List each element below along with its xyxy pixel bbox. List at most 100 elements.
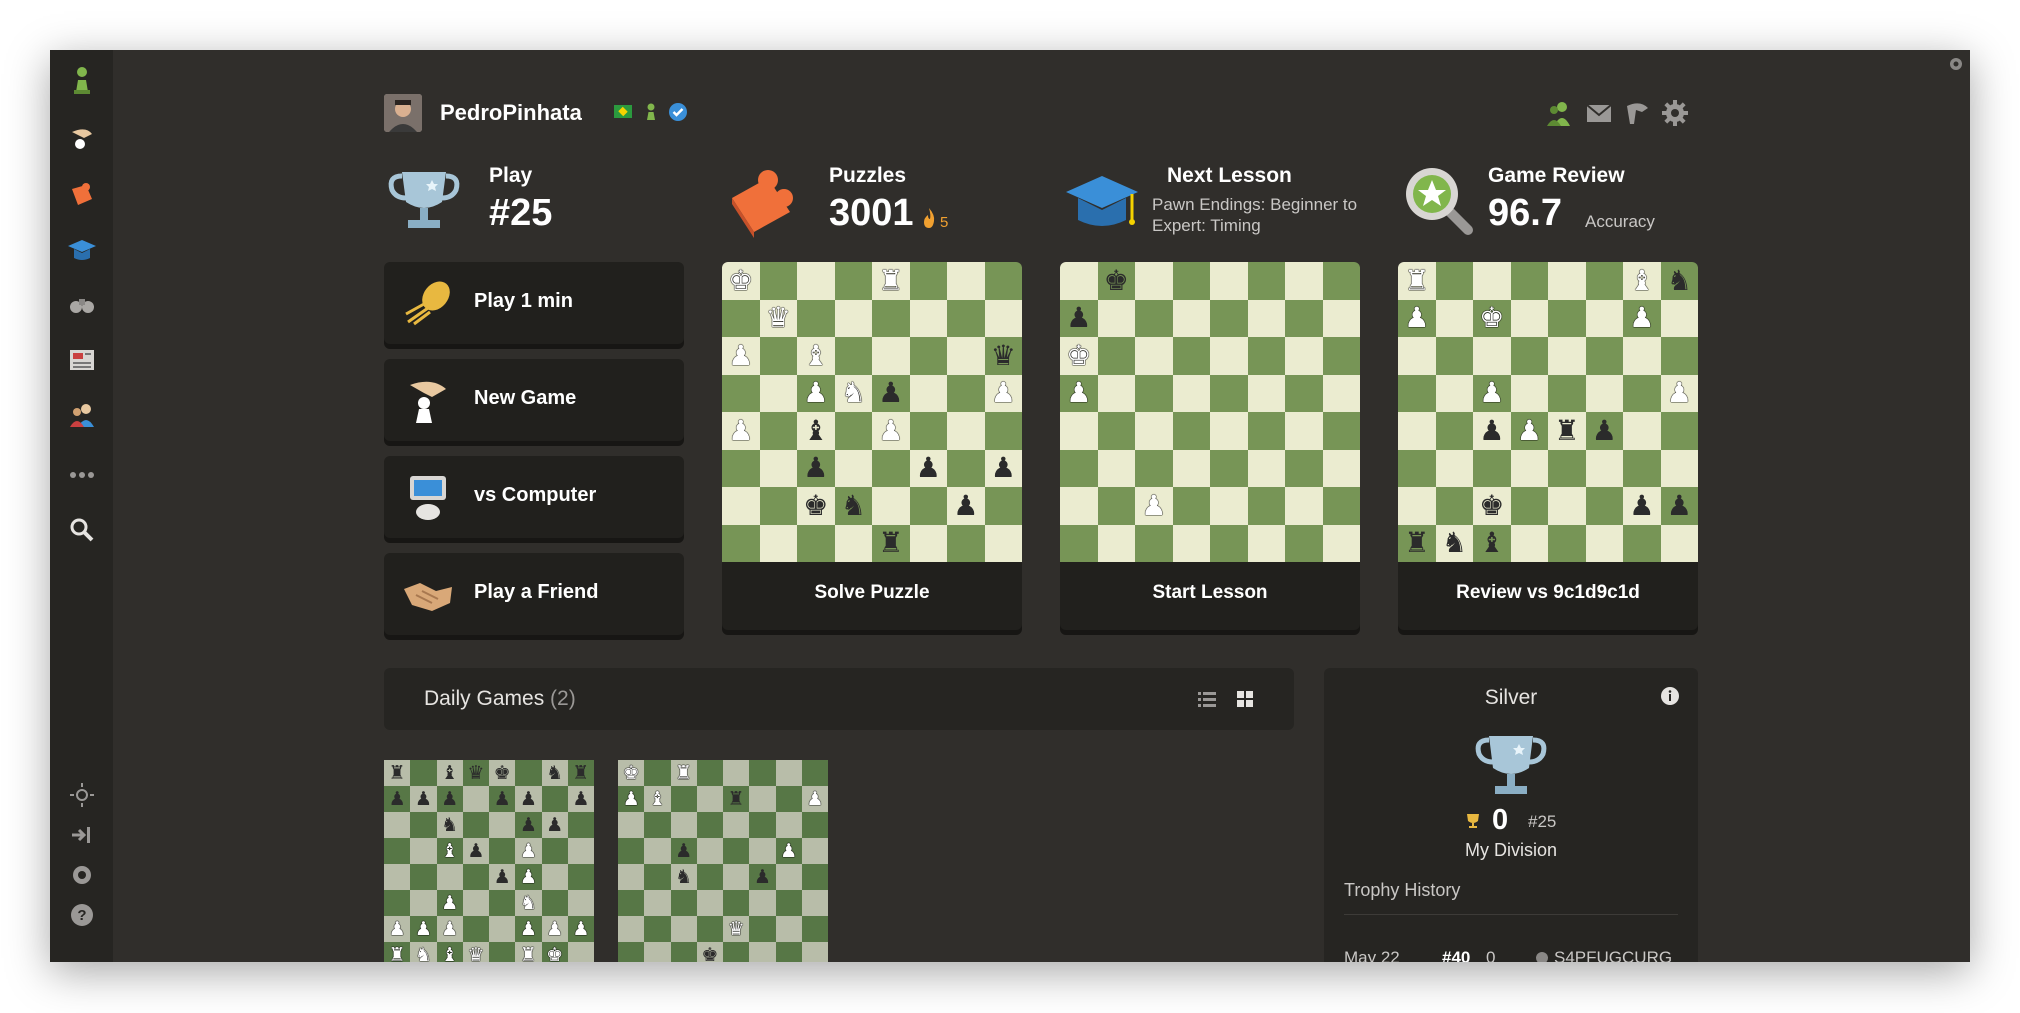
chess-piece[interactable]: ♟ [780, 842, 797, 861]
board-square[interactable]: ♞ [1660, 262, 1698, 300]
puzzles-card-header[interactable]: Puzzles 3001 5 [724, 162, 1024, 252]
board-square[interactable]: ♟ [541, 812, 568, 838]
avatar[interactable] [384, 94, 422, 132]
board-square[interactable] [1172, 449, 1210, 487]
chess-piece[interactable]: ♟ [1066, 379, 1091, 407]
board-square[interactable] [1097, 299, 1135, 337]
board-square[interactable] [984, 487, 1022, 525]
board-square[interactable] [1210, 487, 1248, 525]
chess-piece[interactable]: ♛ [467, 764, 484, 783]
board-square[interactable]: ♟ [984, 449, 1022, 487]
chess-piece[interactable]: ♟ [953, 491, 978, 520]
solve-puzzle-button[interactable]: Solve Puzzle [722, 582, 1022, 604]
chess-piece[interactable]: ♟ [572, 790, 589, 809]
board-square[interactable] [1247, 487, 1285, 525]
chess-piece[interactable]: ♜ [675, 764, 692, 783]
board-square[interactable] [567, 838, 594, 864]
board-square[interactable] [1285, 337, 1323, 375]
chess-piece[interactable]: ♝ [441, 946, 458, 963]
board-square[interactable]: ♟ [410, 786, 437, 812]
board-square[interactable]: ♝ [1623, 262, 1661, 300]
board-square[interactable] [797, 262, 835, 300]
board-square[interactable] [909, 524, 947, 562]
board-square[interactable]: ♟ [1060, 299, 1098, 337]
board-square[interactable] [644, 890, 671, 916]
board-square[interactable]: ♟ [515, 838, 542, 864]
board-square[interactable] [1172, 487, 1210, 525]
board-square[interactable] [1135, 449, 1173, 487]
board-square[interactable] [1435, 262, 1473, 300]
board-square[interactable]: ♟ [1660, 487, 1698, 525]
chess-piece[interactable]: ♟ [1066, 304, 1091, 332]
board-square[interactable] [872, 337, 910, 375]
board-square[interactable]: ♟ [541, 916, 568, 942]
board-square[interactable] [644, 916, 671, 942]
board-square[interactable] [1322, 337, 1360, 375]
board-square[interactable]: ♝ [1473, 524, 1511, 562]
board-square[interactable] [1435, 374, 1473, 412]
board-square[interactable]: ♝ [436, 838, 463, 864]
board-square[interactable] [1660, 412, 1698, 450]
board-square[interactable]: ♟ [567, 916, 594, 942]
board-square[interactable] [1510, 487, 1548, 525]
board-square[interactable]: ♜ [384, 760, 411, 786]
board-square[interactable] [541, 838, 568, 864]
board-square[interactable] [947, 337, 985, 375]
board-square[interactable] [801, 838, 828, 864]
board-square[interactable] [1473, 337, 1511, 375]
board-square[interactable] [984, 524, 1022, 562]
board-square[interactable] [1435, 449, 1473, 487]
lesson-card-header[interactable]: Next Lesson Pawn Endings: Beginner to Ex… [1062, 162, 1382, 252]
chess-piece[interactable]: ♞ [841, 379, 866, 407]
board-square[interactable] [1135, 524, 1173, 562]
board-square[interactable] [1585, 262, 1623, 300]
board-square[interactable] [1247, 412, 1285, 450]
chess-piece[interactable]: ♟ [1667, 491, 1692, 520]
board-square[interactable] [644, 812, 671, 838]
chess-piece[interactable]: ♜ [878, 529, 903, 557]
board-square[interactable] [909, 412, 947, 450]
chess-piece[interactable]: ♟ [494, 868, 511, 887]
board-square[interactable]: ♞ [541, 760, 568, 786]
chess-piece[interactable]: ♟ [991, 454, 1016, 482]
chess-piece[interactable]: ♟ [494, 790, 511, 809]
board-square[interactable] [1247, 262, 1285, 300]
board-square[interactable] [759, 374, 797, 412]
board-square[interactable] [834, 299, 872, 337]
board-square[interactable] [1210, 524, 1248, 562]
board-square[interactable] [567, 812, 594, 838]
board-square[interactable] [1322, 449, 1360, 487]
board-square[interactable]: ♞ [436, 812, 463, 838]
board-square[interactable] [1097, 374, 1135, 412]
board-square[interactable] [696, 838, 723, 864]
review-board[interactable]: ♜ ♝ ♞ ♟ ♚ ♟ ♟ ♟ ♟ ♟ ♜ ♟ ♚ ♟ ♟ ♜ ♞ ♝ [1398, 262, 1698, 562]
review-card-header[interactable]: Game Review 96.7 Accuracy [1400, 162, 1720, 252]
board-square[interactable] [410, 812, 437, 838]
board-square[interactable] [947, 524, 985, 562]
chess-piece[interactable]: ♟ [803, 379, 828, 407]
board-square[interactable] [618, 812, 645, 838]
board-square[interactable]: ♞ [834, 487, 872, 525]
chess-piece[interactable]: ♟ [1479, 379, 1504, 407]
board-square[interactable]: ♞ [515, 890, 542, 916]
board-square[interactable] [1135, 374, 1173, 412]
chess-piece[interactable]: ♟ [520, 816, 537, 835]
board-square[interactable] [696, 760, 723, 786]
board-square[interactable] [1210, 412, 1248, 450]
chess-piece[interactable]: ♟ [441, 790, 458, 809]
review-card[interactable]: ♜ ♝ ♞ ♟ ♚ ♟ ♟ ♟ ♟ ♟ ♜ ♟ ♚ ♟ ♟ ♜ ♞ ♝ Review vs 9c1d9c1d [1398, 262, 1698, 630]
board-square[interactable] [1660, 299, 1698, 337]
board-square[interactable] [670, 812, 697, 838]
board-square[interactable] [1285, 449, 1323, 487]
board-square[interactable] [1322, 374, 1360, 412]
board-square[interactable] [909, 299, 947, 337]
puzzle-icon[interactable] [62, 175, 102, 215]
help-icon[interactable]: ? [62, 895, 102, 935]
board-square[interactable] [1060, 487, 1098, 525]
board-square[interactable]: ♜ [567, 760, 594, 786]
board-square[interactable] [749, 786, 776, 812]
board-square[interactable] [644, 838, 671, 864]
board-square[interactable]: ♟ [1623, 487, 1661, 525]
social-friends-icon[interactable] [62, 395, 102, 435]
board-square[interactable] [410, 890, 437, 916]
